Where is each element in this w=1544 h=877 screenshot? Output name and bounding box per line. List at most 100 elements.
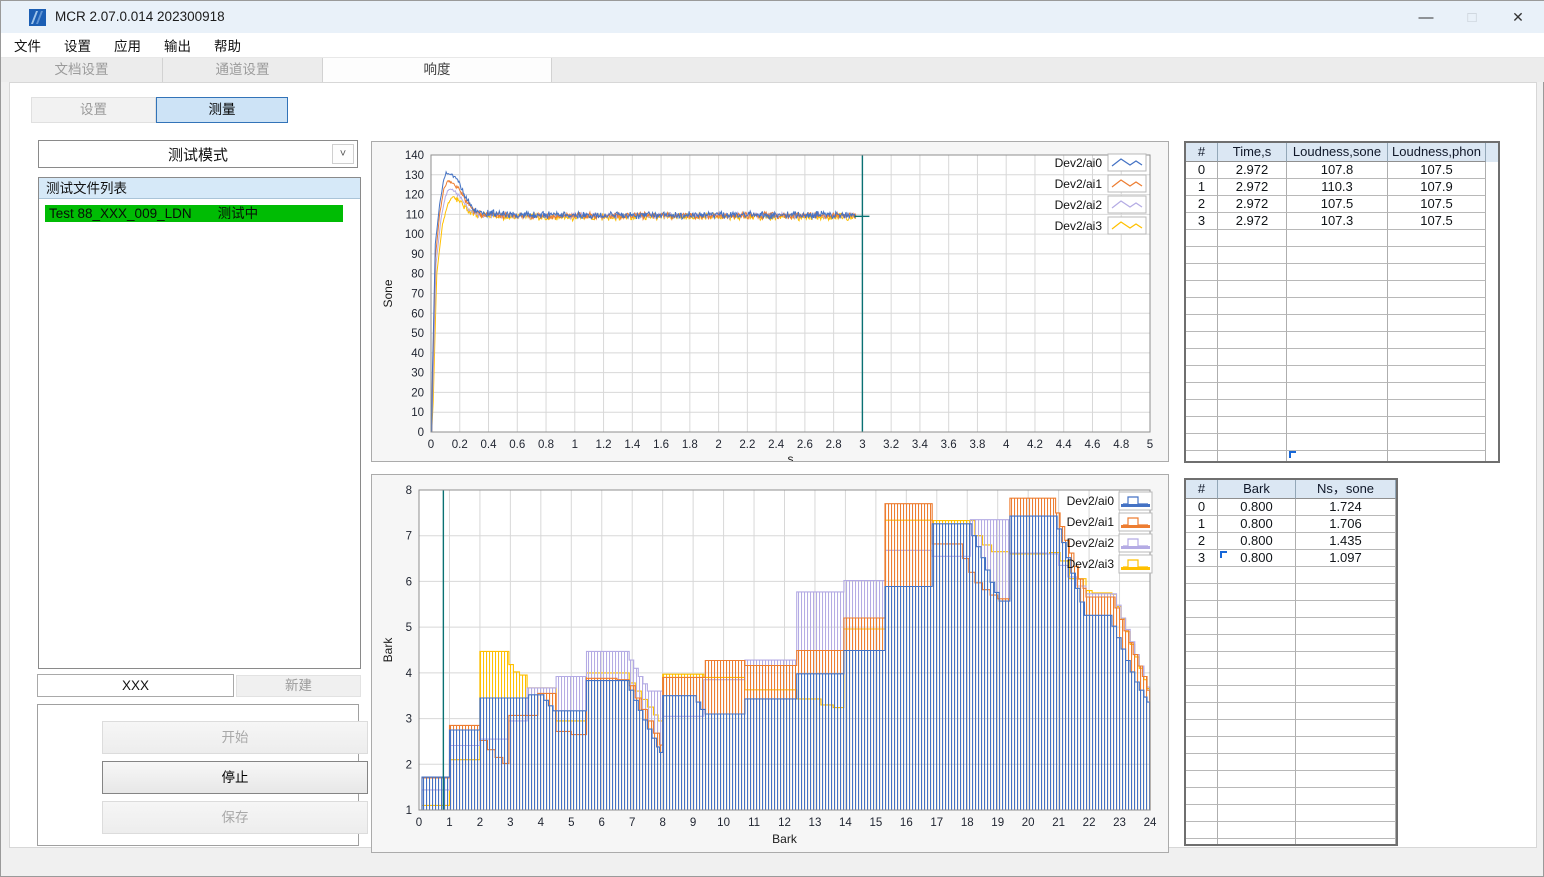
test-mode-dropdown[interactable]: 测试模式 ˅ [38,140,358,168]
table-row[interactable] [1186,298,1498,315]
table-row[interactable] [1186,737,1396,754]
stop-button[interactable]: 停止 [102,761,368,794]
legend-label[interactable]: Dev2/ai2 [1055,198,1103,212]
table-cell[interactable] [1218,720,1296,737]
table-cell[interactable] [1388,417,1486,434]
table-cell[interactable] [1287,264,1388,281]
table-row[interactable] [1186,332,1498,349]
table-cell[interactable] [1218,635,1296,652]
menu-settings[interactable]: 设置 [54,35,101,55]
table-cell[interactable]: 2.972 [1218,179,1287,196]
table-row[interactable] [1186,349,1498,366]
table-cell[interactable]: 107.5 [1287,196,1388,213]
legend-label[interactable]: Dev2/ai0 [1055,156,1103,170]
legend-label[interactable]: Dev2/ai3 [1067,557,1115,571]
table-cell[interactable] [1186,737,1218,754]
table-row[interactable] [1186,247,1498,264]
table-cell[interactable] [1218,264,1287,281]
table-row[interactable]: 0 0.800 1.724 [1186,499,1396,516]
table-cell[interactable] [1287,281,1388,298]
legend-swatch-box[interactable] [1118,512,1153,532]
table-row[interactable] [1186,281,1498,298]
table-cell[interactable] [1218,839,1296,844]
table-cell[interactable] [1287,383,1388,400]
table-cell[interactable] [1296,788,1396,805]
table-cell[interactable] [1287,434,1388,451]
table-cell[interactable] [1186,669,1218,686]
table-cell[interactable] [1287,247,1388,264]
table-cell[interactable]: 0.800 [1218,499,1296,516]
table-cell[interactable]: 3 [1186,213,1218,230]
subtab-measure[interactable]: 测量 [156,97,288,123]
table-cell[interactable] [1218,669,1296,686]
table-cell[interactable] [1388,315,1486,332]
table-cell[interactable] [1218,618,1296,635]
table-cell[interactable] [1296,567,1396,584]
table-cell[interactable] [1218,315,1287,332]
xxx-button[interactable]: XXX [37,674,234,697]
table-cell[interactable]: 2.972 [1218,162,1287,179]
minimize-button[interactable]: — [1403,1,1449,33]
table-row[interactable] [1186,400,1498,417]
table-row[interactable] [1186,230,1498,247]
table-cell[interactable] [1186,451,1218,461]
table-cell[interactable]: 110.3 [1287,179,1388,196]
table-cell[interactable] [1296,618,1396,635]
column-header[interactable]: Ns，sone [1296,480,1396,499]
table-cell[interactable] [1296,737,1396,754]
table-cell[interactable]: 1.724 [1296,499,1396,516]
table-cell[interactable] [1186,805,1218,822]
table-cell[interactable]: 0.800 [1218,516,1296,533]
save-button[interactable]: 保存 [102,801,368,834]
table-cell[interactable]: 107.5 [1388,213,1486,230]
table-row[interactable] [1186,264,1498,281]
legend-swatch-box[interactable] [1118,533,1153,553]
maximize-button[interactable]: □ [1449,1,1495,33]
table-cell[interactable] [1186,788,1218,805]
legend-label[interactable]: Dev2/ai1 [1055,177,1103,191]
table-cell[interactable] [1186,264,1218,281]
table-cell[interactable] [1218,788,1296,805]
table-cell[interactable] [1186,247,1218,264]
table-cell[interactable] [1218,451,1287,461]
table-row[interactable]: 2 0.800 1.435 [1186,533,1396,550]
table-row[interactable]: 2 2.972 107.5 107.5 [1186,196,1498,213]
table-cell[interactable]: 2.972 [1218,196,1287,213]
table-cell[interactable] [1287,298,1388,315]
table-row[interactable] [1186,669,1396,686]
column-header[interactable]: # [1186,480,1218,499]
table-cell[interactable] [1218,737,1296,754]
table-cell[interactable] [1388,298,1486,315]
test-file-item[interactable]: Test 88_XXX_009_LDN 测试中 [45,205,343,222]
table-cell[interactable] [1296,754,1396,771]
table-cell[interactable] [1218,584,1296,601]
table-row[interactable] [1186,635,1396,652]
table-cell[interactable] [1186,298,1218,315]
table-cell[interactable]: 107.3 [1287,213,1388,230]
table-row[interactable] [1186,703,1396,720]
table-cell[interactable] [1218,601,1296,618]
table-cell[interactable]: 0 [1186,499,1218,516]
table-cell[interactable] [1186,230,1218,247]
table-row[interactable] [1186,366,1498,383]
table-row[interactable]: 0 2.972 107.8 107.5 [1186,162,1498,179]
table-cell[interactable] [1388,349,1486,366]
menu-help[interactable]: 帮助 [204,35,251,55]
column-header[interactable]: Bark [1218,480,1296,499]
new-button[interactable]: 新建 [236,675,361,697]
table-cell[interactable]: 2.972 [1218,213,1287,230]
close-button[interactable]: ✕ [1495,1,1541,33]
table-row[interactable] [1186,434,1498,451]
table-row[interactable]: 1 0.800 1.706 [1186,516,1396,533]
column-header[interactable]: Loudness,sone [1287,143,1388,162]
start-button[interactable]: 开始 [102,721,368,754]
table-row[interactable] [1186,822,1396,839]
legend-swatch-box[interactable] [1118,491,1153,511]
table-cell[interactable] [1296,669,1396,686]
table-row[interactable] [1186,788,1396,805]
table-cell[interactable] [1218,652,1296,669]
table-row[interactable] [1186,451,1498,461]
table-cell[interactable]: 107.8 [1287,162,1388,179]
table-cell[interactable] [1296,839,1396,844]
table-cell[interactable] [1186,601,1218,618]
